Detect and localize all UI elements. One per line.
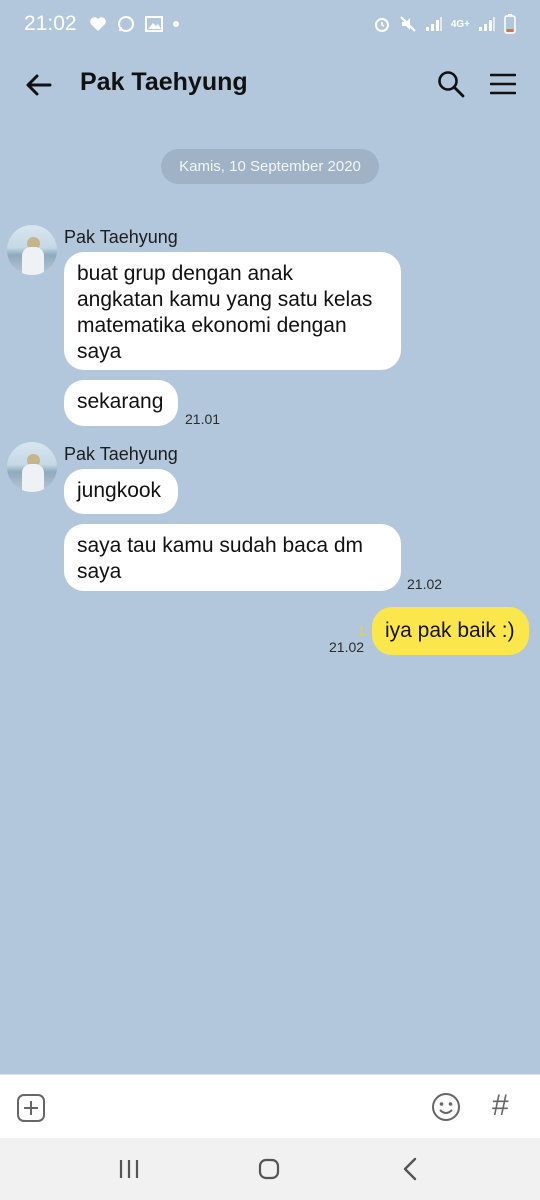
back-chevron-icon[interactable] — [400, 1157, 420, 1181]
recents-icon[interactable] — [118, 1159, 140, 1179]
avatar[interactable] — [7, 225, 57, 275]
sender-name: Pak Taehyung — [64, 227, 178, 247]
message-line: jungkook — [77, 479, 162, 502]
status-right-icons: 4G+ — [373, 14, 516, 34]
battery-icon — [504, 14, 516, 34]
message-time: 21.02 — [329, 639, 365, 655]
system-nav-bar — [0, 1138, 540, 1200]
message-time: 21.01 — [185, 411, 221, 427]
message-line: saya — [77, 340, 122, 363]
search-icon[interactable] — [437, 70, 465, 98]
status-bar: 21:02 4G+ — [0, 0, 540, 48]
mute-icon — [400, 16, 416, 32]
message-line: angkatan kamu yang satu kelas — [77, 288, 373, 311]
status-time: 21:02 — [24, 12, 77, 35]
message-line: matematika ekonomi dengan — [77, 314, 347, 337]
hamburger-menu-icon[interactable] — [490, 72, 516, 96]
plus-box-icon[interactable] — [16, 1093, 46, 1123]
incoming-message[interactable]: jungkook — [64, 469, 178, 514]
chat-title: Pak Taehyung — [80, 68, 248, 96]
avatar-figure — [22, 464, 44, 492]
input-bar: # — [0, 1074, 540, 1138]
read-count: 1 — [358, 623, 366, 638]
heart-icon — [89, 17, 106, 31]
4g-icon: 4G+ — [450, 18, 470, 30]
home-icon[interactable] — [258, 1158, 280, 1180]
status-left-icons — [89, 15, 179, 33]
gallery-icon — [144, 16, 163, 32]
avatar-figure — [22, 247, 44, 275]
message-time: 21.02 — [407, 576, 443, 592]
emoji-icon[interactable] — [431, 1092, 461, 1122]
outgoing-message[interactable]: iya pak baik :) — [372, 607, 529, 655]
signal-icon — [425, 17, 442, 31]
message-line: buat grup dengan anak — [77, 262, 294, 285]
hashtag-button[interactable]: # — [492, 1089, 509, 1123]
dot-icon — [172, 21, 179, 27]
incoming-message[interactable]: buat grup dengan anak angkatan kamu yang… — [64, 252, 401, 370]
date-separator: Kamis, 10 September 2020 — [161, 149, 379, 184]
message-line: sekarang — [77, 390, 164, 413]
whatsapp-icon — [117, 16, 134, 32]
incoming-message[interactable]: saya tau kamu sudah baca dm saya — [64, 524, 401, 591]
message-line: iya pak baik :) — [385, 619, 515, 642]
message-line: saya — [77, 560, 122, 583]
signal-icon — [479, 17, 495, 31]
chat-header: Pak Taehyung — [0, 48, 540, 120]
arrow-left-icon[interactable] — [24, 70, 54, 100]
message-line: saya tau kamu sudah baca dm — [77, 534, 364, 557]
incoming-message[interactable]: sekarang — [64, 380, 178, 426]
sender-name: Pak Taehyung — [64, 444, 178, 464]
avatar[interactable] — [7, 442, 57, 492]
alarm-icon — [374, 18, 389, 32]
